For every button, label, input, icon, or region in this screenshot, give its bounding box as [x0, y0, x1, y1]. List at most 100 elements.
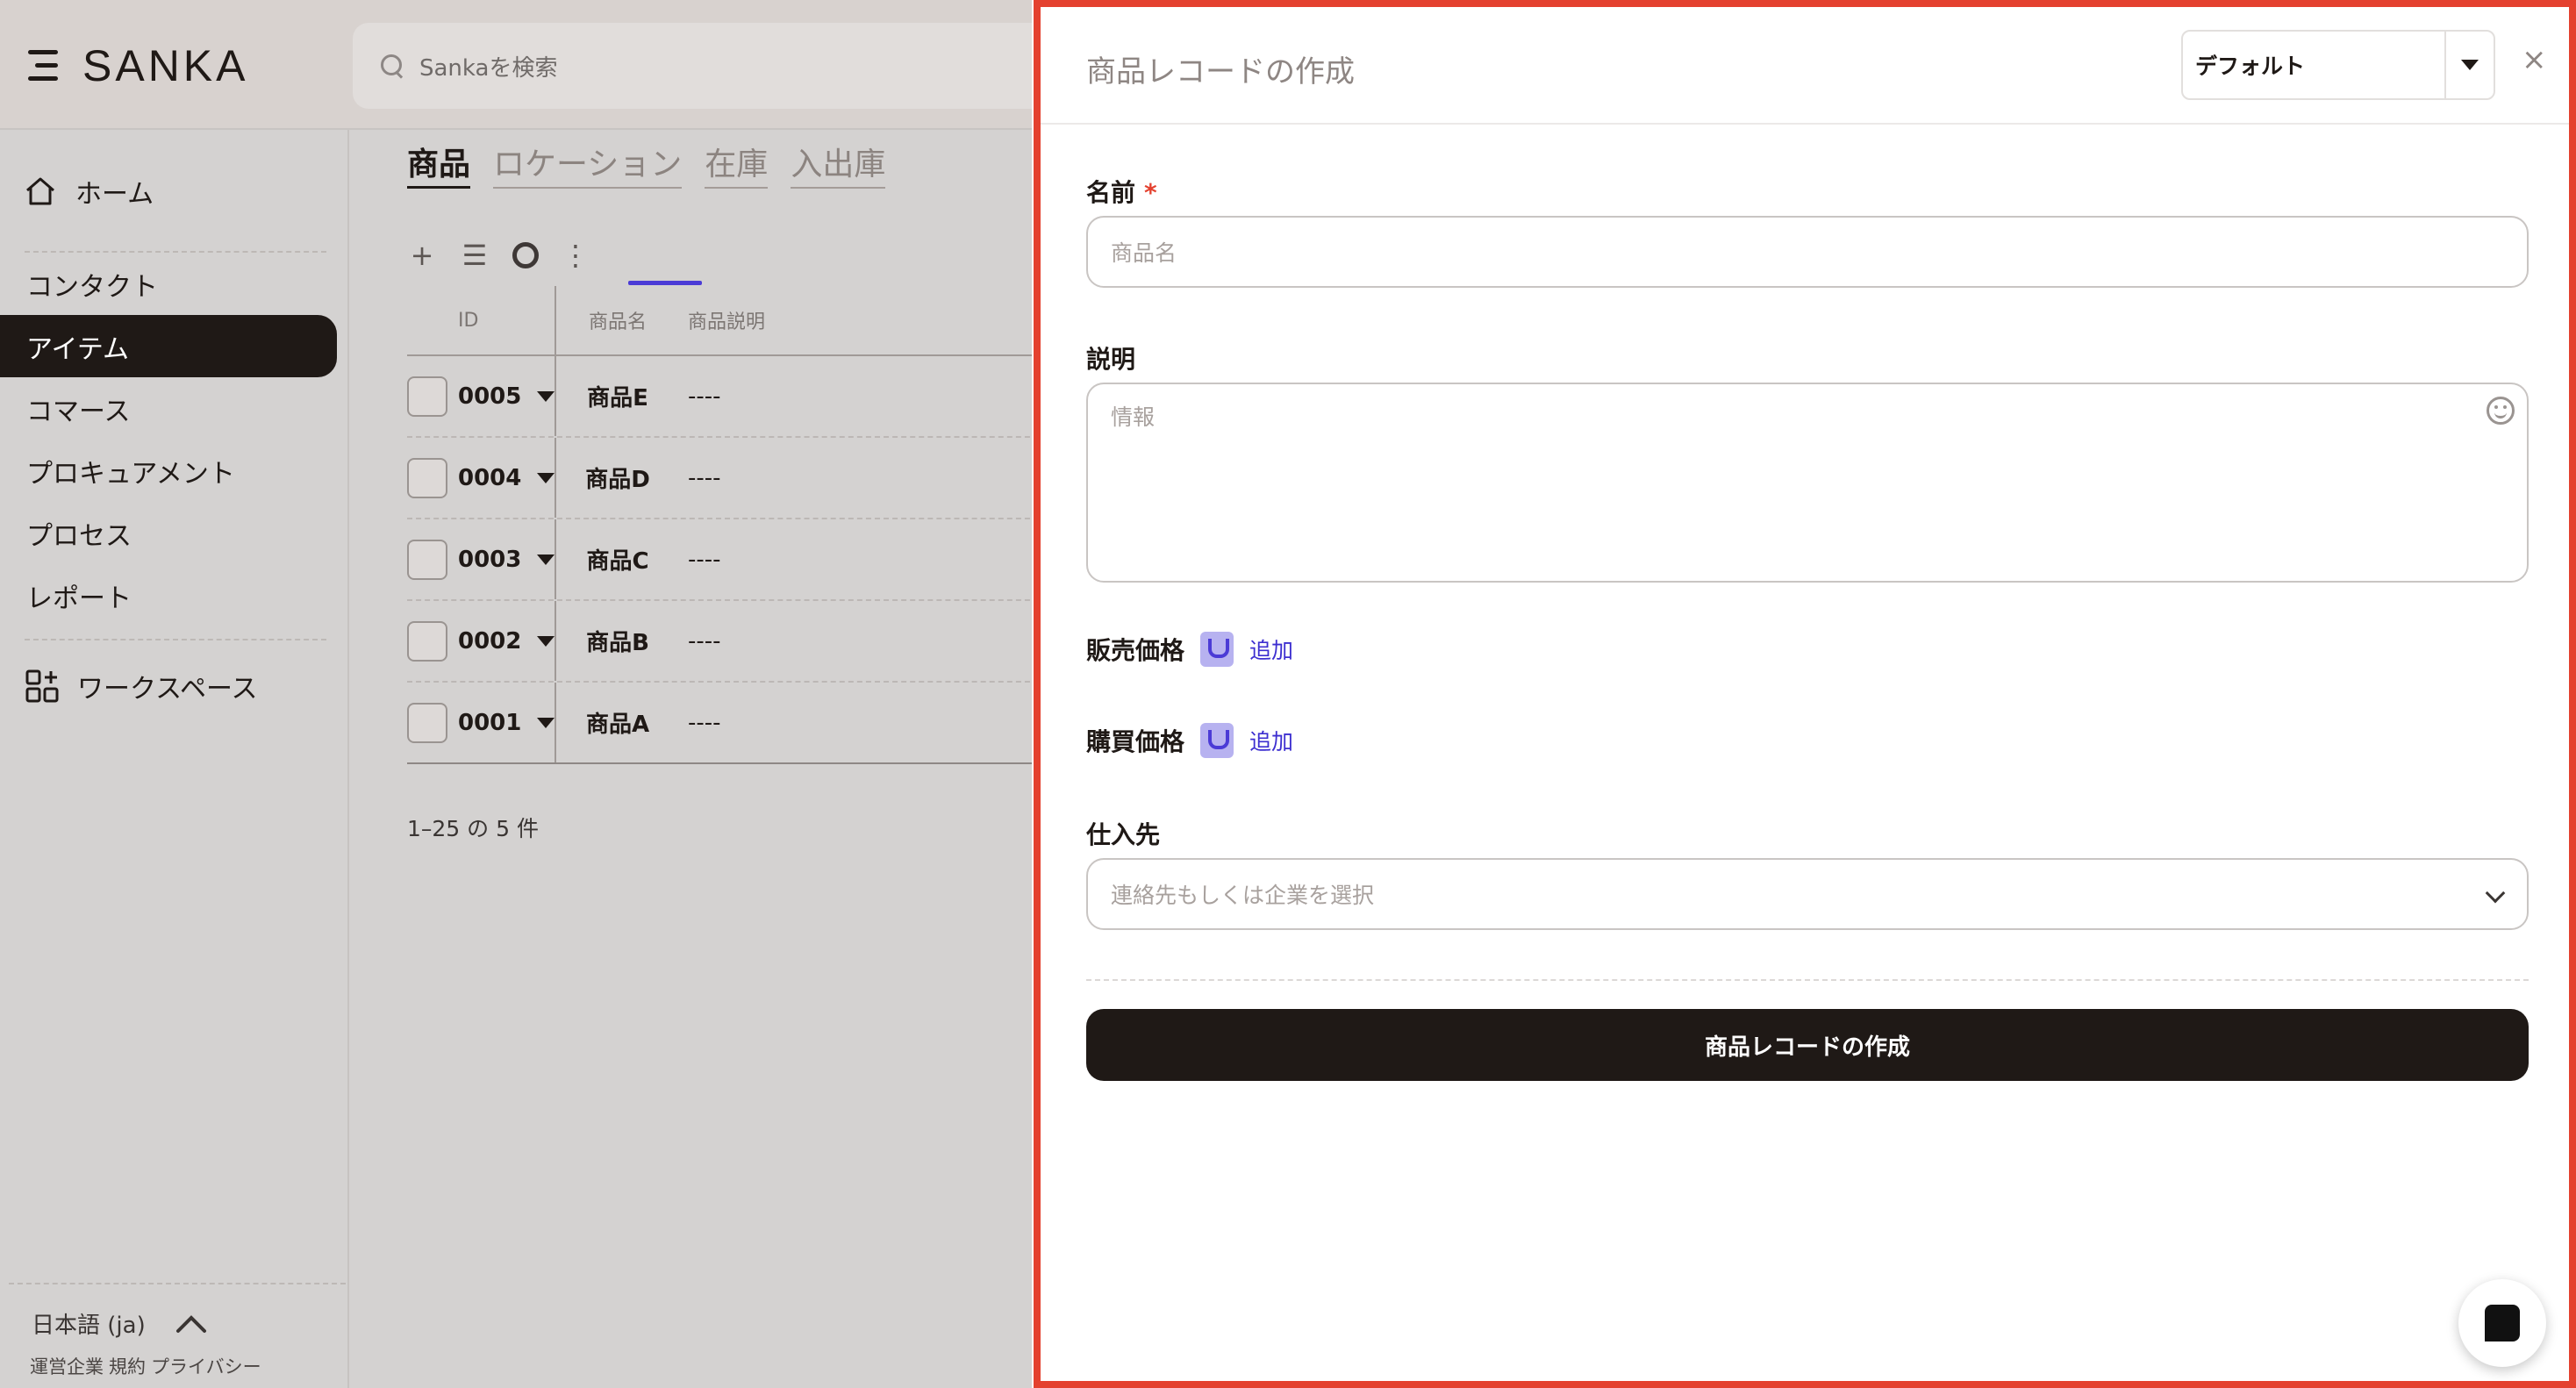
chat-button[interactable]	[2458, 1279, 2546, 1367]
row-name: 商品D	[585, 467, 650, 493]
sidebar-item-contacts[interactable]: コンタクト	[0, 253, 349, 315]
table-row[interactable]: 0005 商品E ----	[407, 356, 1032, 438]
create-product-drawer: 商品レコードの作成 デフォルト × 名前 * 商品名 説明 情報 販売価格 追加 …	[1034, 0, 2576, 1388]
sale-price-row: 販売価格 追加	[1086, 632, 1293, 667]
home-icon	[26, 177, 54, 205]
chevron-up-icon	[175, 1314, 206, 1333]
object-tabs: 商品 ロケーション 在庫 入出庫	[407, 144, 886, 189]
top-bar: SANKA Sankaを検索	[0, 0, 1032, 130]
chevron-down-icon	[2485, 883, 2506, 904]
row-id: 0004	[458, 464, 522, 491]
create-record-button[interactable]: 商品レコードの作成	[1086, 1009, 2529, 1081]
table-row[interactable]: 0004 商品D ----	[407, 438, 1032, 519]
caret-down-icon	[2461, 60, 2479, 70]
search-bar[interactable]: Sankaを検索	[353, 23, 1032, 109]
row-name: 商品B	[586, 630, 649, 656]
view-circle-icon[interactable]	[512, 242, 539, 268]
footer-links: 運営企業 規約 プライバシー	[30, 1353, 261, 1379]
row-name: 商品E	[587, 385, 648, 411]
footer-link-privacy[interactable]: プライバシー	[151, 1353, 261, 1379]
sidebar-item-procurement[interactable]: プロキュアメント	[0, 440, 349, 502]
magnet-icon	[1200, 723, 1234, 758]
row-description: ----	[688, 627, 721, 655]
emoji-icon[interactable]	[2487, 397, 2515, 425]
sidebar-item-label: ホーム	[75, 179, 154, 210]
view-select-value: デフォルト	[2195, 54, 2306, 79]
close-icon[interactable]: ×	[2522, 42, 2547, 77]
tab-transactions[interactable]: 入出庫	[791, 144, 886, 189]
search-placeholder: Sankaを検索	[419, 54, 558, 82]
column-header-description[interactable]: 商品説明	[679, 306, 765, 334]
row-description: ----	[688, 464, 721, 491]
language-switcher[interactable]: 日本語 (ja)	[32, 1307, 207, 1340]
caret-down-icon[interactable]	[537, 554, 555, 565]
sidebar-item-label: ワークスペース	[77, 674, 258, 705]
description-textarea[interactable]: 情報	[1086, 383, 2529, 583]
view-toolbar: + ☰ ⋮	[407, 233, 590, 277]
column-header-name[interactable]: 商品名	[556, 306, 679, 334]
menu-icon[interactable]	[28, 48, 65, 83]
tab-products[interactable]: 商品	[407, 144, 471, 189]
row-description: ----	[688, 383, 721, 410]
view-select[interactable]: デフォルト	[2181, 30, 2495, 100]
workspace-icon	[25, 669, 59, 703]
caret-down-icon[interactable]	[537, 390, 555, 402]
sidebar-item-home[interactable]: ホーム	[25, 172, 154, 211]
list-view-icon[interactable]: ☰	[460, 239, 490, 272]
language-label: 日本語 (ja)	[32, 1313, 146, 1339]
search-icon	[379, 53, 405, 79]
caret-down-icon[interactable]	[537, 472, 555, 483]
logo[interactable]: SANKA	[28, 40, 249, 91]
divider	[25, 639, 326, 640]
row-checkbox[interactable]	[407, 702, 447, 743]
row-name: 商品C	[586, 548, 649, 575]
main-content: 商品 ロケーション 在庫 入出庫 + ☰ ⋮ ID 商品名 商品説明 0005 商…	[351, 130, 1032, 1388]
tab-inventory[interactable]: 在庫	[705, 144, 769, 189]
row-checkbox[interactable]	[407, 620, 447, 662]
name-field-label: 名前 *	[1086, 174, 1157, 209]
drawer-title: 商品レコードの作成	[1086, 54, 1355, 89]
footer-link-terms[interactable]: 規約	[109, 1353, 146, 1379]
sidebar-nav: コンタクト アイテム コマース プロキュアメント プロセス レポート	[0, 253, 349, 626]
caret-down-icon[interactable]	[537, 717, 555, 728]
add-sale-price-link[interactable]: 追加	[1249, 633, 1293, 665]
row-checkbox[interactable]	[407, 457, 447, 498]
description-field-label: 説明	[1086, 345, 1136, 374]
sidebar-item-commerce[interactable]: コマース	[0, 377, 349, 440]
purchase-price-label: 購買価格	[1086, 727, 1185, 756]
row-checkbox[interactable]	[407, 539, 447, 580]
view-select-toggle[interactable]	[2444, 32, 2494, 98]
sidebar: ホーム コンタクト アイテム コマース プロキュアメント プロセス レポート ワ…	[0, 130, 349, 1388]
sidebar-item-report[interactable]: レポート	[0, 564, 349, 626]
sidebar-item-workspace[interactable]: ワークスペース	[25, 667, 258, 705]
supplier-placeholder: 連絡先もしくは企業を選択	[1111, 883, 1375, 908]
chat-icon	[2485, 1305, 2520, 1341]
row-id: 0003	[458, 546, 522, 573]
divider	[1086, 979, 2529, 981]
table-row[interactable]: 0002 商品B ----	[407, 601, 1032, 683]
add-icon[interactable]: +	[407, 239, 437, 272]
table-row[interactable]: 0001 商品A ----	[407, 683, 1032, 764]
caret-down-icon[interactable]	[537, 635, 555, 647]
tab-locations[interactable]: ロケーション	[493, 144, 683, 189]
brand-name: SANKA	[82, 41, 249, 90]
add-purchase-price-link[interactable]: 追加	[1249, 725, 1293, 756]
more-options-icon[interactable]: ⋮	[562, 239, 590, 272]
active-view-indicator	[628, 281, 702, 285]
table-row[interactable]: 0003 商品C ----	[407, 519, 1032, 601]
supplier-select[interactable]: 連絡先もしくは企業を選択	[1086, 858, 2529, 930]
name-input-placeholder: 商品名	[1111, 240, 1177, 266]
name-input[interactable]: 商品名	[1086, 216, 2529, 288]
column-header-id[interactable]: ID	[407, 310, 555, 332]
required-mark: *	[1144, 178, 1157, 207]
sidebar-item-process[interactable]: プロセス	[0, 502, 349, 564]
row-id: 0002	[458, 627, 522, 655]
row-checkbox[interactable]	[407, 376, 447, 417]
sidebar-item-items[interactable]: アイテム	[0, 315, 337, 377]
description-placeholder: 情報	[1111, 404, 1156, 430]
supplier-field-label: 仕入先	[1086, 820, 1161, 849]
drawer-header: 商品レコードの作成 デフォルト ×	[1041, 7, 2569, 125]
row-name: 商品A	[585, 712, 650, 738]
footer-link-company[interactable]: 運営企業	[30, 1353, 104, 1379]
row-description: ----	[688, 709, 721, 736]
